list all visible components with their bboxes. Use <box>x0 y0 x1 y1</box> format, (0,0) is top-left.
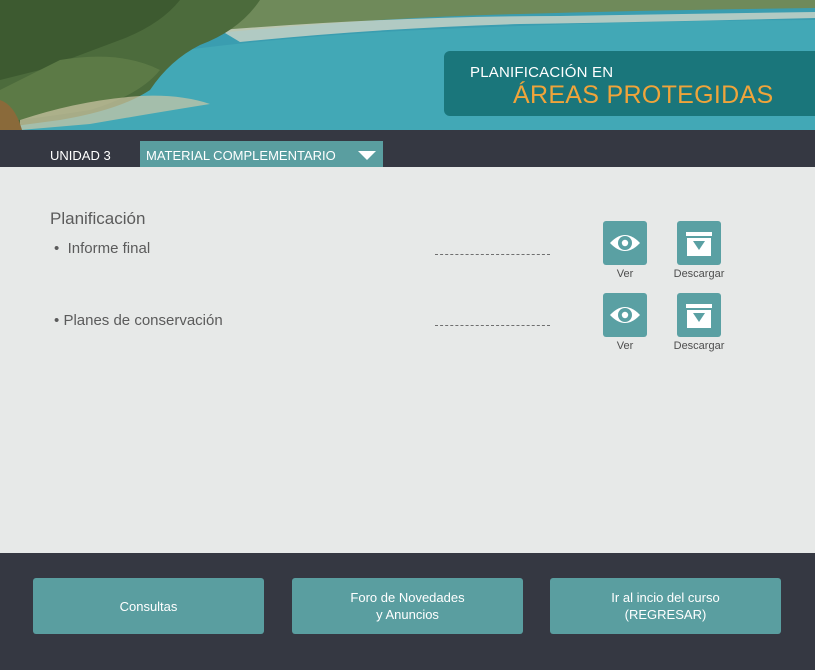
download-caption: Descargar <box>673 268 725 280</box>
bullet: • <box>54 240 60 257</box>
section-title: Planificación <box>50 209 146 228</box>
footer: Consultas Foro de Novedades y Anuncios I… <box>0 553 815 670</box>
course-title-line1: PLANIFICACIÓN EN <box>470 64 614 81</box>
foro-novedades-button[interactable]: Foro de Novedades y Anuncios <box>292 578 523 634</box>
list-item: • Planes de conservación <box>54 312 223 329</box>
consultas-button[interactable]: Consultas <box>33 578 264 634</box>
view-caption: Ver <box>616 268 634 280</box>
content-panel: Planificación • Informe final Ver Descar… <box>0 167 815 553</box>
download-caption: Descargar <box>673 340 725 352</box>
triangle-down-icon <box>358 151 376 160</box>
list-item: • Informe final <box>54 240 150 257</box>
view-button[interactable] <box>603 221 647 265</box>
download-box-icon <box>686 232 712 256</box>
view-button[interactable] <box>603 293 647 337</box>
item-label: Planes de conservación <box>63 312 223 329</box>
course-title-line2: ÁREAS PROTEGIDAS <box>513 81 774 109</box>
material-tab-label: MATERIAL COMPLEMENTARIO <box>146 148 336 163</box>
unit-label: UNIDAD 3 <box>50 148 111 163</box>
dotted-leader <box>435 325 550 326</box>
course-title-box: PLANIFICACIÓN EN ÁREAS PROTEGIDAS <box>444 51 815 116</box>
download-button[interactable] <box>677 221 721 265</box>
header-banner: PLANIFICACIÓN EN ÁREAS PROTEGIDAS <box>0 0 815 130</box>
item-label: Informe final <box>67 240 151 257</box>
view-caption: Ver <box>616 340 634 352</box>
material-complementario-dropdown[interactable]: MATERIAL COMPLEMENTARIO <box>140 141 383 167</box>
ir-al-inicio-button[interactable]: Ir al incio del curso (REGRESAR) <box>550 578 781 634</box>
eye-icon <box>610 235 640 251</box>
unit-nav-bar: UNIDAD 3 MATERIAL COMPLEMENTARIO <box>0 130 815 167</box>
download-button[interactable] <box>677 293 721 337</box>
eye-icon <box>610 307 640 323</box>
dotted-leader <box>435 254 550 255</box>
bullet: • <box>54 312 60 329</box>
download-box-icon <box>686 304 712 328</box>
